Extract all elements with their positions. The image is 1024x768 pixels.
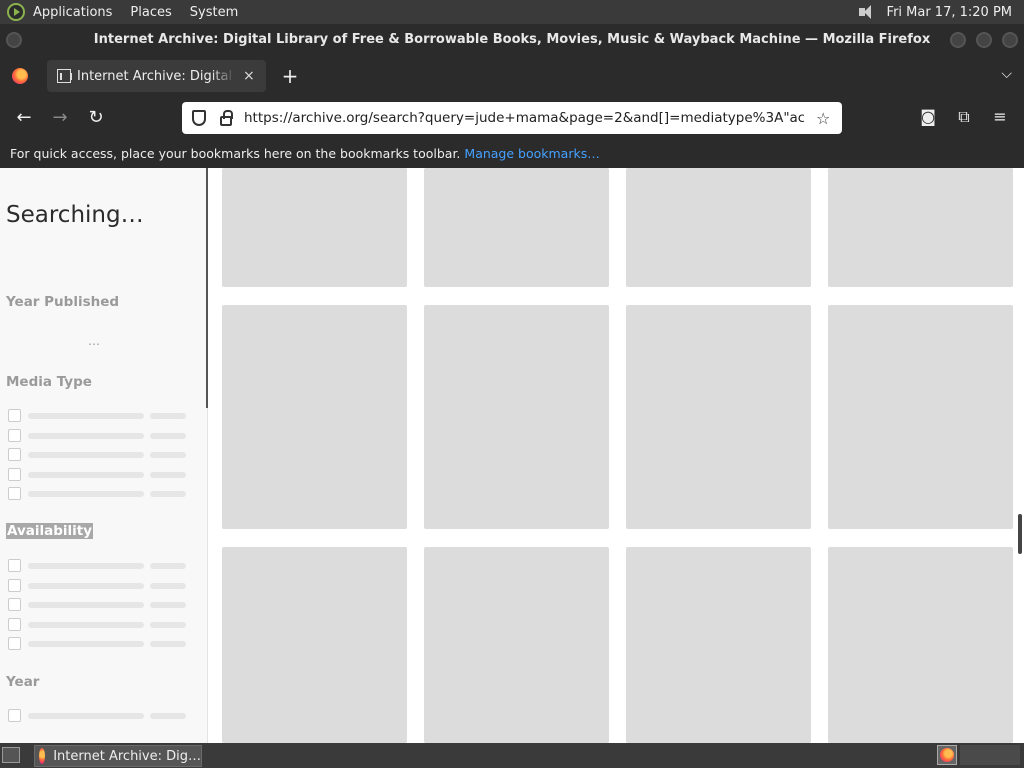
clock[interactable]: Fri Mar 17, 1:20 PM: [887, 5, 1012, 20]
firefox-icon: [940, 748, 954, 762]
result-tile-placeholder[interactable]: [828, 305, 1013, 529]
maximize-icon[interactable]: [976, 32, 992, 48]
tab-close-icon[interactable]: ×: [243, 68, 255, 84]
page-content: Searching… Year Published … Media Type A…: [0, 168, 1024, 743]
facet-placeholder-row: [8, 637, 188, 650]
manage-bookmarks-link[interactable]: Manage bookmarks…: [464, 146, 599, 161]
facets-sidebar: Searching… Year Published … Media Type A…: [0, 168, 208, 743]
show-desktop-icon[interactable]: [2, 747, 20, 763]
nav-bar: ← → ↻ https://archive.org/search?query=j…: [0, 96, 1024, 140]
places-menu[interactable]: Places: [130, 5, 171, 20]
result-tile-placeholder[interactable]: [222, 547, 407, 743]
firefox-view-icon[interactable]: [12, 68, 28, 84]
url-bar[interactable]: https://archive.org/search?query=jude+ma…: [182, 102, 842, 134]
forward-button[interactable]: →: [48, 106, 72, 130]
minimize-icon[interactable]: [950, 32, 966, 48]
facet-placeholder-row: [8, 468, 188, 481]
hamburger-menu-icon[interactable]: ≡: [989, 106, 1011, 128]
applications-menu-icon[interactable]: [7, 3, 25, 21]
lock-icon[interactable]: [220, 109, 233, 126]
extensions-icon[interactable]: ⧉: [953, 106, 975, 128]
result-tile-placeholder[interactable]: [626, 305, 811, 529]
facet-media-type: Media Type: [6, 374, 92, 390]
system-menu[interactable]: System: [190, 5, 238, 20]
tab-bar: Internet Archive: Digital Library of Fre…: [0, 56, 1024, 96]
bottom-taskbar: Internet Archive: Dig…: [0, 743, 1024, 768]
volume-icon[interactable]: [857, 4, 877, 20]
bookmarks-hint: For quick access, place your bookmarks h…: [10, 146, 461, 161]
facet-placeholder-row: [8, 409, 188, 422]
result-tile-placeholder[interactable]: [626, 168, 811, 287]
tracking-protection-icon[interactable]: [192, 110, 206, 126]
search-status-heading: Searching…: [6, 202, 144, 228]
top-panel: Applications Places System Fri Mar 17, 1…: [0, 0, 1024, 24]
facet-placeholder-row: [8, 429, 188, 442]
workspace-switcher[interactable]: [960, 745, 1020, 765]
facet-year-published: Year Published: [6, 294, 120, 310]
result-tile-placeholder[interactable]: [828, 168, 1013, 287]
bookmark-star-icon[interactable]: ☆: [816, 109, 830, 128]
facet-placeholder-row: [8, 709, 188, 722]
result-tile-placeholder[interactable]: [828, 547, 1013, 743]
loading-dots: …: [88, 334, 100, 348]
back-button[interactable]: ←: [12, 106, 36, 130]
tab-label: Internet Archive: Digital Library of Fre…: [77, 68, 235, 84]
close-window-icon[interactable]: [1002, 32, 1018, 48]
pocket-icon[interactable]: ◙: [917, 106, 939, 128]
result-tile-placeholder[interactable]: [626, 547, 811, 743]
tab-internet-archive[interactable]: Internet Archive: Digital Library of Fre…: [47, 60, 266, 92]
bookmarks-toolbar: For quick access, place your bookmarks h…: [0, 140, 1024, 168]
result-tile-placeholder[interactable]: [222, 305, 407, 529]
facet-placeholder-row: [8, 487, 188, 500]
window-menu-icon[interactable]: [6, 32, 22, 48]
archive-favicon-icon: [57, 69, 72, 83]
facet-placeholder-row: [8, 559, 188, 572]
url-input[interactable]: https://archive.org/search?query=jude+ma…: [244, 110, 804, 126]
window-titlebar[interactable]: Internet Archive: Digital Library of Fre…: [0, 24, 1024, 56]
page-scrollbar[interactable]: [1018, 514, 1022, 554]
workspace-switcher-active[interactable]: [937, 745, 957, 765]
facet-year: Year: [6, 674, 40, 690]
taskbar-window-button[interactable]: Internet Archive: Dig…: [34, 745, 202, 767]
facet-placeholder-row: [8, 579, 188, 592]
facet-placeholder-row: [8, 618, 188, 631]
facet-availability: Availability: [6, 523, 94, 539]
result-tile-placeholder[interactable]: [222, 168, 407, 287]
applications-menu[interactable]: Applications: [33, 5, 112, 20]
result-tile-placeholder[interactable]: [424, 547, 609, 743]
taskbar-window-label: Internet Archive: Dig…: [53, 748, 201, 764]
firefox-icon: [39, 748, 46, 764]
result-tile-placeholder[interactable]: [424, 305, 609, 529]
window-title: Internet Archive: Digital Library of Fre…: [93, 32, 931, 47]
new-tab-button[interactable]: +: [280, 64, 300, 88]
facet-placeholder-row: [8, 598, 188, 611]
result-tile-placeholder[interactable]: [424, 168, 609, 287]
facet-placeholder-row: [8, 448, 188, 461]
sidebar-scrollbar[interactable]: [206, 168, 208, 408]
chevron-down-icon[interactable]: ⌵: [1001, 66, 1012, 82]
reload-button[interactable]: ↻: [84, 106, 108, 130]
